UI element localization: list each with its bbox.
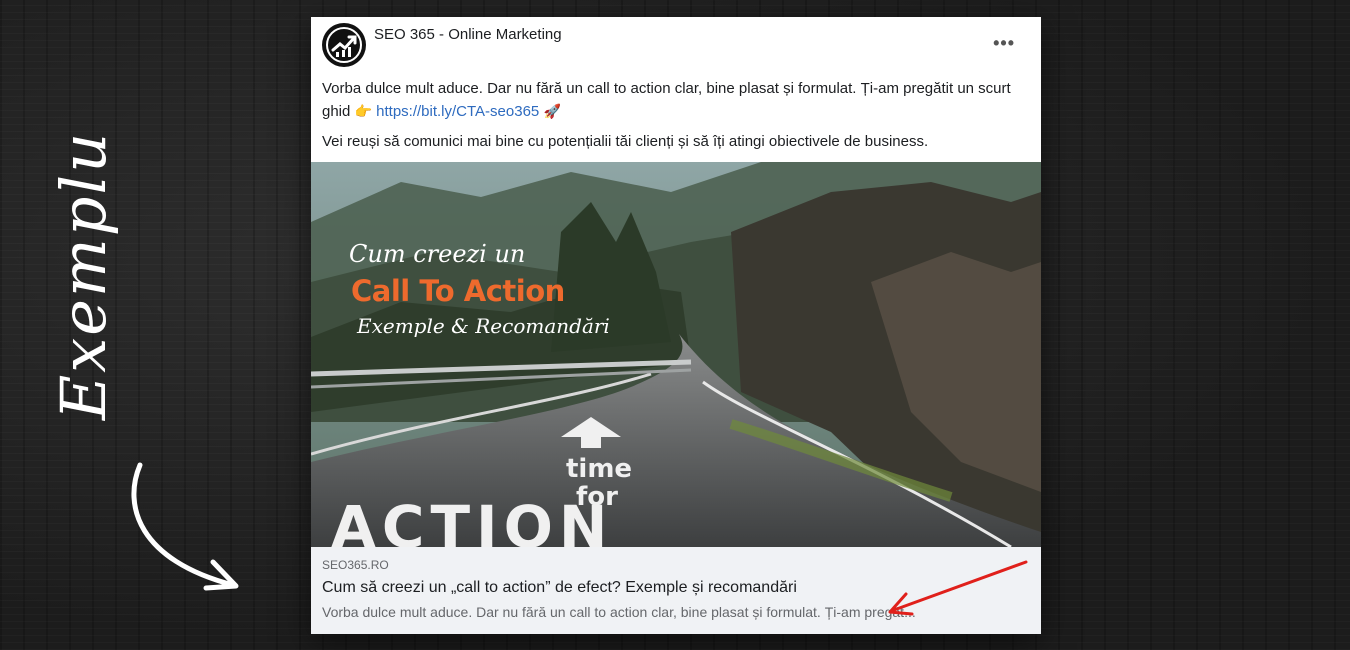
link-domain: SEO365.RO: [322, 558, 389, 572]
post-text: Vorba dulce mult aduce. Dar nu fără un c…: [322, 78, 1027, 161]
side-label-text: Exemplu: [47, 130, 120, 420]
post-image[interactable]: time for ACTION Cum creezi un Call To Ac…: [311, 162, 1041, 561]
road-landscape-image: time for ACTION: [311, 162, 1041, 561]
curved-arrow-icon: [131, 462, 239, 591]
road-text-time: time: [566, 454, 632, 484]
image-title-line2: Call To Action: [351, 274, 565, 308]
post-header: SEO 365 - Online Marketing •••: [311, 17, 1041, 77]
rocket-icon: 🚀: [543, 103, 561, 119]
facebook-post-card: SEO 365 - Online Marketing ••• Vorba dul…: [311, 17, 1041, 634]
image-title-line3: Exemple & Recomandări: [357, 314, 610, 338]
red-pointer-arrow-icon: [888, 560, 1028, 616]
example-side-label: Exemplu: [25, 131, 225, 450]
seo365-logo-icon: [326, 27, 362, 63]
avatar[interactable]: [322, 23, 366, 67]
link-title[interactable]: Cum să creezi un „call to action” de efe…: [322, 579, 797, 597]
backhand-index-pointing-right-icon: 👉: [354, 103, 372, 119]
page-name-link[interactable]: SEO 365 - Online Marketing: [374, 26, 562, 43]
post-paragraph-1: Vorba dulce mult aduce. Dar nu fără un c…: [322, 78, 1027, 123]
image-title-line1: Cum creezi un: [349, 240, 526, 268]
cta-link[interactable]: https://bit.ly/CTA-seo365: [376, 103, 539, 120]
post-paragraph-2: Vei reuși să comunici mai bine cu potenț…: [322, 133, 929, 150]
more-options-button[interactable]: •••: [993, 33, 1015, 54]
road-text-action: ACTION: [331, 493, 613, 547]
